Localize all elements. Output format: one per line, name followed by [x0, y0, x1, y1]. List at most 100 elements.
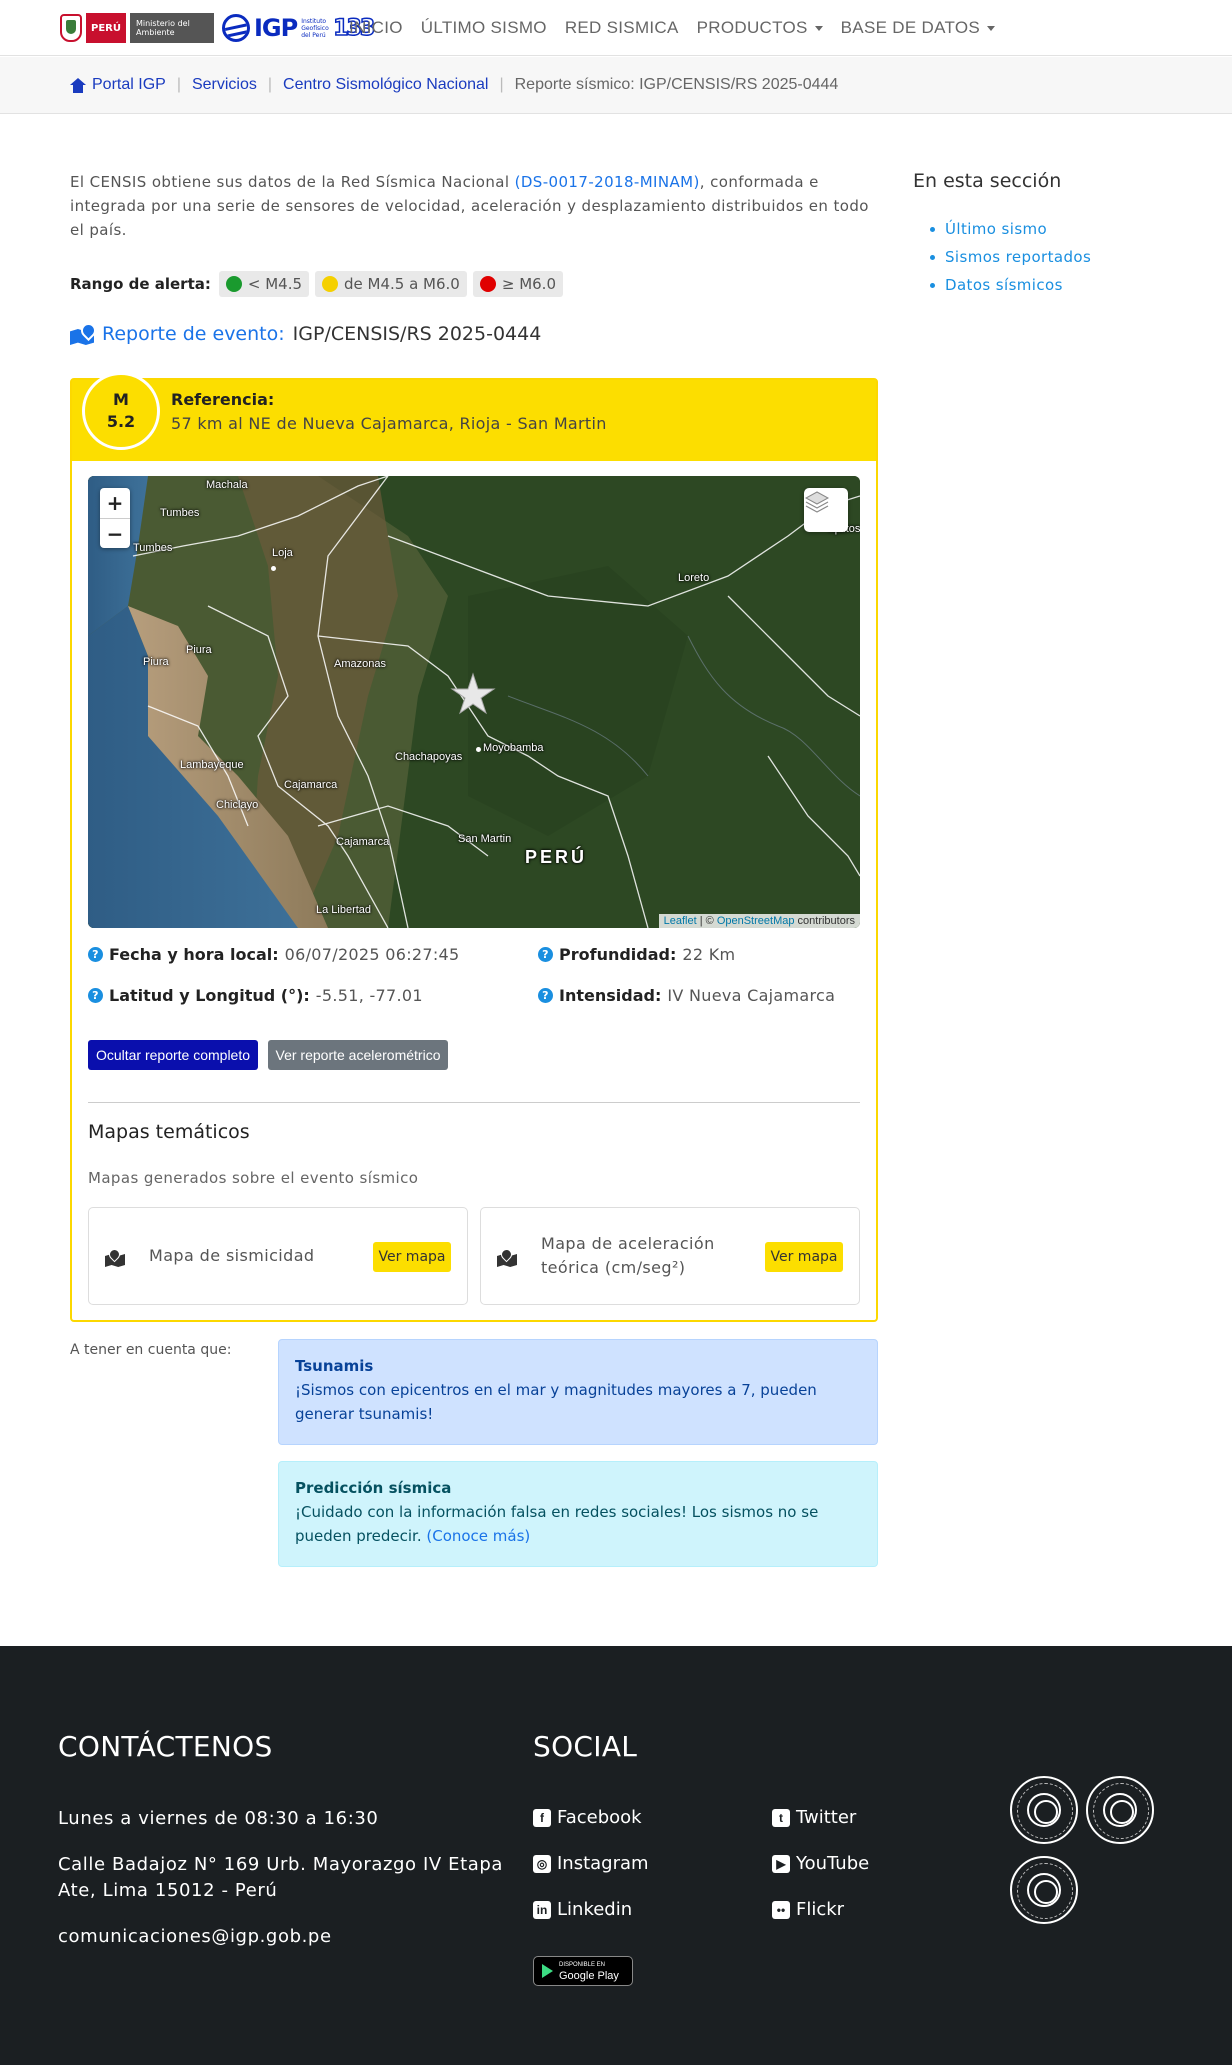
map-label-piura-city: Piura — [143, 656, 169, 668]
seismicity-view-map-button[interactable]: Ver mapa — [373, 1242, 451, 1272]
help-icon[interactable]: ? — [538, 988, 553, 1003]
map-marker-icon — [105, 1249, 125, 1267]
instagram-icon: ◎ — [533, 1854, 551, 1873]
map-label-chiclayo: Chiclayo — [216, 799, 259, 811]
nav-inicio[interactable]: INICIO — [349, 18, 403, 38]
map-label-piura-region: Piura — [186, 644, 212, 656]
layers-icon — [804, 491, 830, 513]
latlon-value: -5.51, -77.01 — [315, 986, 423, 1005]
tsunami-alert: Tsunamis ¡Sismos con epicentros en el ma… — [278, 1339, 878, 1445]
facebook-label: Facebook — [557, 1807, 642, 1828]
hide-full-report-button[interactable]: Ocultar reporte completo — [88, 1040, 258, 1070]
main-menu: INICIO ÚLTIMO SISMO RED SISMICA PRODUCTO… — [349, 0, 995, 56]
event-report-label: Reporte de evento: — [102, 323, 285, 345]
sidebar-item-ultimo-sismo[interactable]: Último sismo — [930, 218, 1091, 246]
notes-label: A tener en cuenta que: — [70, 1342, 232, 1358]
alert-chip-red: ≥ M6.0 — [472, 271, 563, 297]
social-title: SOCIAL — [533, 1730, 638, 1763]
logo-group[interactable]: PERÚ Ministerio del Ambiente IGP Institu… — [60, 12, 376, 44]
map-label-la-libertad: La Libertad — [316, 904, 372, 916]
map-marker-icon — [497, 1249, 517, 1267]
youtube-link[interactable]: ▶ YouTube — [772, 1853, 869, 1874]
tsunami-text: ¡Sismos con epicentros en el mar y magni… — [295, 1381, 817, 1423]
leaflet-link[interactable]: Leaflet — [664, 915, 697, 927]
decree-link[interactable]: (DS-0017-2018-MINAM) — [515, 173, 700, 191]
facebook-link[interactable]: f Facebook — [533, 1807, 642, 1828]
osm-link[interactable]: OpenStreetMap — [717, 915, 795, 927]
zoom-in-button[interactable]: + — [100, 488, 130, 518]
breadcrumb-current: Reporte sísmico: IGP/CENSIS/RS 2025-0444 — [514, 76, 839, 93]
instagram-link[interactable]: ◎ Instagram — [533, 1853, 649, 1874]
google-play-badge[interactable]: DISPONIBLE EN Google Play — [533, 1956, 633, 1986]
breadcrumb-separator: | — [176, 76, 181, 93]
map-label-peru: PERÚ — [525, 847, 588, 867]
map-marker-icon — [70, 323, 94, 345]
nav-red-sismica[interactable]: RED SISMICA — [565, 18, 679, 38]
green-dot-icon — [225, 276, 242, 292]
twitter-label: Twitter — [796, 1807, 857, 1828]
city-dot-loja — [271, 566, 276, 571]
fecha-info: ? Fecha y hora local: 06/07/2025 06:27:45 — [88, 945, 460, 964]
flickr-link[interactable]: •• Flickr — [772, 1899, 844, 1920]
tsunami-title: Tsunamis — [295, 1357, 374, 1375]
breadcrumb-separator: | — [499, 76, 504, 93]
twitter-link[interactable]: t Twitter — [772, 1807, 856, 1828]
help-icon[interactable]: ? — [88, 947, 103, 962]
event-card: M 5.2 Referencia: 57 km al NE de Nueva C… — [70, 372, 878, 1322]
layers-button[interactable] — [804, 488, 848, 532]
contact-email[interactable]: comunicaciones@igp.gob.pe — [58, 1924, 332, 1950]
breadcrumb-separator: | — [267, 76, 273, 93]
breadcrumb-portal-igp-label: Portal IGP — [92, 76, 166, 93]
magnitude-badge: M 5.2 — [82, 372, 160, 450]
address-line-1: Calle Badajoz N° 169 Urb. Mayorazgo IV E… — [58, 1854, 504, 1875]
alert-chip-yellow: de M4.5 a M6.0 — [315, 271, 467, 297]
map-label-tumbes-city: Tumbes — [133, 542, 173, 554]
breadcrumb-censis[interactable]: Centro Sismológico Nacional — [283, 76, 488, 94]
acceleration-view-map-button[interactable]: Ver mapa — [765, 1242, 843, 1272]
alert-chip-yellow-label: de M4.5 a M6.0 — [344, 275, 460, 293]
peru-logo: PERÚ — [86, 13, 126, 43]
peru-shield-logo — [60, 14, 82, 42]
help-icon[interactable]: ? — [88, 988, 103, 1003]
map-terrain — [88, 476, 860, 928]
help-icon[interactable]: ? — [538, 947, 553, 962]
alert-range: Rango de alerta: < M4.5 de M4.5 a M6.0 ≥… — [70, 269, 563, 299]
iso-certification-badge — [1010, 1856, 1078, 1924]
sidebar-item-datos-sismicos[interactable]: Datos sísmicos — [930, 274, 1091, 302]
flickr-label: Flickr — [796, 1899, 845, 1920]
prediction-text-wrap: ¡Cuidado con la información falsa en red… — [295, 1500, 861, 1548]
contact-title: CONTÁCTENOS — [58, 1730, 273, 1763]
red-dot-icon — [479, 276, 496, 292]
nav-red-sismica-label: RED SISMICA — [564, 18, 679, 37]
event-card-header: M 5.2 Referencia: 57 km al NE de Nueva C… — [72, 372, 876, 461]
epicenter-map[interactable]: Machala Tumbes Tumbes Loja Loreto Iquito… — [88, 476, 860, 928]
nav-ultimo-sismo[interactable]: ÚLTIMO SISMO — [421, 18, 547, 38]
facebook-icon: f — [533, 1808, 551, 1827]
map-label-loja: Loja — [272, 547, 293, 559]
magnitude-prefix: M — [113, 390, 129, 409]
map-label-cajamarca-city: Cajamarca — [336, 836, 390, 848]
map-label-chachapoyas: Chachapoyas — [395, 751, 463, 763]
yellow-dot-icon — [322, 276, 339, 292]
sidebar-item-sismos-reportados[interactable]: Sismos reportados — [930, 246, 1091, 274]
alert-range-label: Rango de alerta: — [70, 275, 211, 293]
nav-base-datos-dropdown[interactable]: BASE DE DATOS — [841, 18, 995, 38]
map-zoom-control: + − — [100, 488, 130, 548]
nav-ultimo-sismo-label: ÚLTIMO SISMO — [420, 18, 547, 37]
zoom-out-button[interactable]: − — [100, 518, 130, 548]
profundidad-value: 22 Km — [682, 945, 736, 964]
fecha-label: Fecha y hora local: — [109, 945, 279, 964]
linkedin-link[interactable]: in Linkedin — [533, 1899, 632, 1920]
nav-productos-dropdown[interactable]: PRODUCTOS — [697, 18, 823, 38]
breadcrumb-servicios[interactable]: Servicios — [192, 76, 257, 94]
learn-more-link[interactable]: (Conoce más) — [426, 1527, 530, 1545]
seismicity-map-card: Mapa de sismicidad Ver mapa — [88, 1207, 468, 1305]
accelerometric-report-button[interactable]: Ver reporte acelerométrico — [268, 1040, 448, 1070]
google-play-small-text: DISPONIBLE EN — [559, 1962, 606, 1968]
attribution-separator: | © — [696, 915, 717, 927]
iso-certification-badge — [1086, 1776, 1154, 1844]
office-hours: Lunes a viernes de 08:30 a 16:30 — [58, 1808, 379, 1829]
top-navbar: PERÚ Ministerio del Ambiente IGP Institu… — [0, 0, 1232, 56]
breadcrumb-portal-igp[interactable]: Portal IGP — [70, 76, 166, 94]
linkedin-icon: in — [533, 1900, 551, 1919]
